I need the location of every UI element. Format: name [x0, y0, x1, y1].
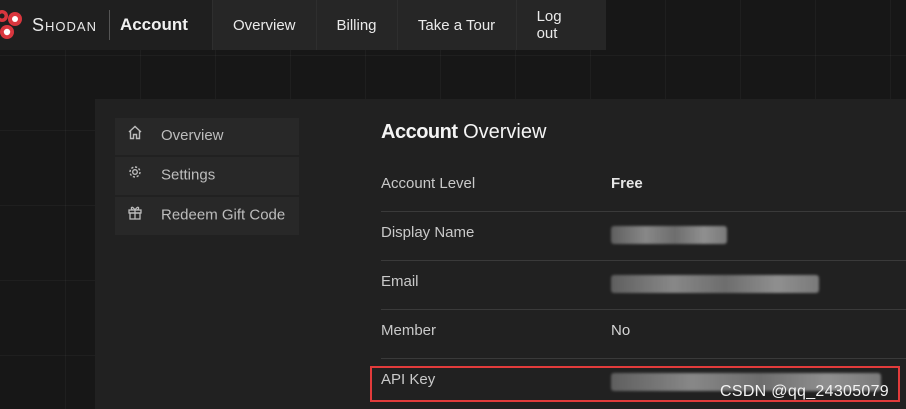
nav-billing[interactable]: Billing	[315, 0, 397, 50]
row-member: Member No	[381, 310, 906, 359]
page-title-light: Overview	[463, 121, 547, 143]
shodan-logo-icon	[0, 10, 22, 39]
row-label: Account Level	[381, 175, 476, 192]
row-label: Display Name	[381, 224, 475, 241]
section-title: Account	[119, 15, 188, 34]
brand[interactable]: Shodan Account	[0, 0, 212, 50]
home-icon	[125, 125, 145, 147]
sidebar-item-redeem-gift-code[interactable]: Redeem Gift Code	[115, 197, 299, 236]
row-label: API Key	[381, 371, 436, 388]
sidebar-item-label: Redeem Gift Code	[161, 206, 286, 224]
row-email: Email	[381, 261, 906, 310]
row-account-level: Account Level Free	[381, 163, 906, 212]
brand-name: Shodan	[32, 14, 97, 35]
member-value: No	[611, 322, 631, 339]
gear-icon	[125, 164, 145, 187]
redacted-display-name	[611, 226, 727, 244]
top-navbar: Shodan Account Overview Billing Take a T…	[0, 0, 606, 50]
sidebar-item-settings[interactable]: Settings	[115, 157, 299, 196]
watermark: CSDN @qq_24305079	[720, 383, 890, 400]
nav-overview[interactable]: Overview	[212, 0, 316, 50]
nav-take-a-tour[interactable]: Take a Tour	[396, 0, 516, 50]
sidebar-item-label: Overview	[161, 127, 224, 144]
gift-icon	[125, 204, 145, 227]
sidebar-item-overview[interactable]: Overview	[115, 118, 299, 156]
row-label: Member	[381, 322, 437, 339]
nav-log-out[interactable]: Log out	[515, 0, 606, 50]
page-title: Account Overview	[381, 119, 906, 145]
account-panel: Overview Settings Redeem Gift Code Accou…	[95, 99, 906, 409]
account-overview: Account Overview Account Level Free Disp…	[381, 119, 906, 407]
sidebar-item-label: Settings	[161, 166, 216, 184]
brand-divider	[108, 10, 110, 40]
account-level-value: Free	[611, 175, 643, 192]
row-display-name: Display Name	[381, 212, 906, 261]
page-title-bold: Account	[381, 121, 458, 143]
sidebar: Overview Settings Redeem Gift Code	[115, 118, 299, 237]
redacted-email	[611, 275, 819, 293]
row-label: Email	[381, 273, 419, 290]
